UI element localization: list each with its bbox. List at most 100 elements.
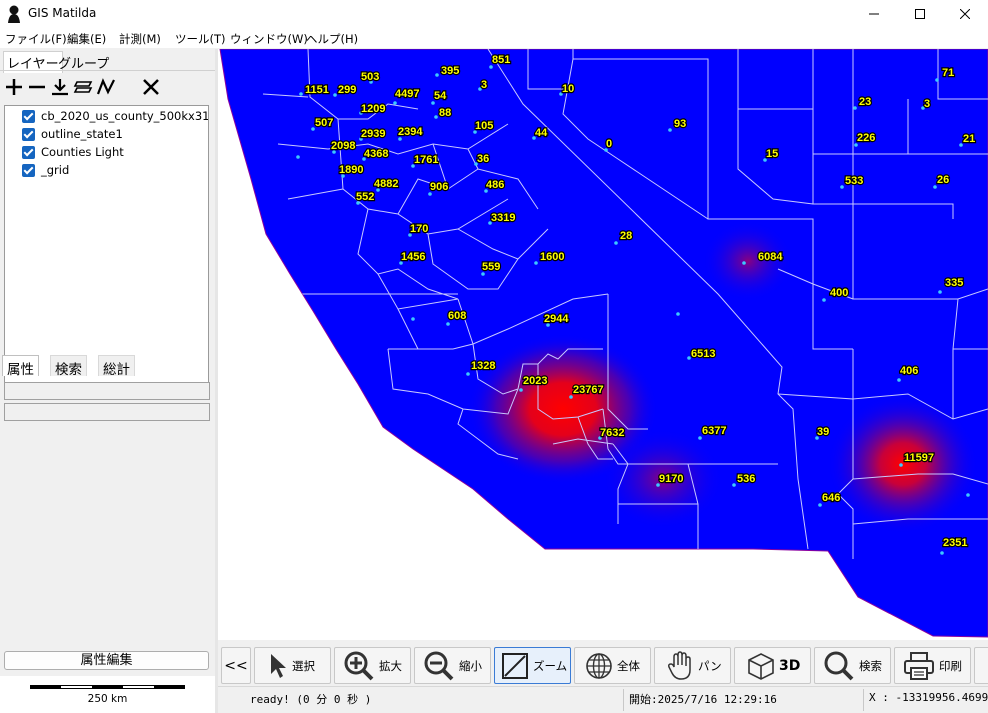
map-label: 1328: [471, 360, 495, 372]
map-label: 11597: [904, 452, 934, 464]
layer-item[interactable]: Counties Light: [22, 143, 208, 161]
full-extent-label: 全体: [617, 658, 640, 673]
cube-icon: [748, 652, 774, 680]
line-icon[interactable]: [95, 76, 117, 98]
tab-attributes[interactable]: 属性: [2, 355, 39, 378]
map-label: 23: [859, 96, 871, 108]
layer-name: cb_2020_us_county_500kx3142a_: [41, 109, 208, 123]
map-label: 3319: [491, 212, 515, 224]
select-button[interactable]: 選択: [254, 647, 331, 684]
menu-window[interactable]: ウィンドウ(W): [230, 31, 308, 47]
layer-name: outline_state1: [41, 127, 123, 141]
search-label: 検索: [859, 658, 882, 673]
title-bar: GIS Matilda: [0, 0, 988, 28]
status-bar: ready! (0 分 0 秒 ) 開始:2025/7/16 12:29:16 …: [218, 686, 988, 713]
map-label: 1151: [305, 84, 329, 96]
3d-button[interactable]: 3D: [734, 647, 811, 684]
map-label: 7632: [600, 427, 624, 439]
attribute-field[interactable]: [4, 382, 210, 400]
attribute-field[interactable]: [4, 403, 210, 421]
map-label: 2939: [361, 128, 385, 140]
layer-checkbox[interactable]: [22, 109, 35, 123]
layer-item[interactable]: cb_2020_us_county_500kx3142a_: [22, 107, 208, 125]
map-label: 1890: [339, 164, 363, 176]
printer-icon: [904, 651, 934, 680]
map-label: 10: [562, 83, 574, 95]
minimize-button[interactable]: [851, 0, 897, 28]
menu-measure[interactable]: 計測(M): [119, 31, 161, 47]
map-label: 23767: [573, 384, 604, 396]
scale-bar: 250 km: [0, 676, 215, 713]
menu-edit[interactable]: 編集(E): [67, 31, 106, 47]
menu-file[interactable]: ファイル(F): [5, 31, 67, 47]
layer-checkbox[interactable]: [22, 145, 35, 159]
hand-icon: [668, 650, 691, 680]
map-label: 4882: [374, 178, 398, 190]
zoom-box-button[interactable]: ズーム: [494, 647, 571, 684]
map-label: 54: [434, 90, 447, 102]
map-label: 9170: [659, 473, 683, 485]
layer-list: cb_2020_us_county_500kx3142a_ outline_st…: [4, 105, 209, 393]
layer-checkbox[interactable]: [22, 127, 35, 141]
map-label: 6084: [758, 251, 783, 263]
status-message: ready! (0 分 0 秒 ): [250, 693, 372, 706]
map-label: 608: [448, 310, 466, 322]
map-canvas[interactable]: 1151 299 503 395 851 3 10 4497 54 1209 8…: [218, 49, 988, 640]
pointer-icon: [271, 653, 286, 678]
zoom-box-label: ズーム: [533, 658, 568, 673]
close-window-button[interactable]: [942, 0, 988, 28]
attribute-edit-button[interactable]: 属性編集: [4, 651, 209, 670]
zoom-in-label: 拡大: [379, 658, 402, 673]
zoom-out-button[interactable]: 縮小: [414, 647, 491, 684]
tab-summary[interactable]: 総計: [98, 355, 135, 378]
close-icon[interactable]: [140, 76, 162, 98]
map-label: 851: [492, 54, 510, 66]
map-label: 4368: [364, 148, 388, 160]
map-label: 39: [817, 426, 829, 438]
maximize-button[interactable]: [897, 0, 943, 28]
layer-checkbox[interactable]: [22, 163, 35, 177]
map-label: 1456: [401, 251, 425, 263]
import-icon[interactable]: [49, 76, 71, 98]
layer-toolbar: [0, 73, 215, 99]
tab-search[interactable]: 検索: [50, 355, 87, 378]
map-label: 533: [845, 175, 863, 187]
map-view[interactable]: 1151 299 503 395 851 3 10 4497 54 1209 8…: [218, 49, 988, 640]
toolbar-overflow-button[interactable]: [974, 647, 988, 684]
zoom-in-button[interactable]: 拡大: [334, 647, 411, 684]
map-label: 3: [924, 98, 930, 110]
layer-item[interactable]: outline_state1: [22, 125, 208, 143]
map-label: 2351: [943, 537, 967, 549]
search-button[interactable]: 検索: [814, 647, 891, 684]
pan-label: パン: [698, 658, 722, 673]
map-label: 2098: [331, 140, 355, 152]
zoom-box-icon: [502, 652, 528, 679]
zoom-out-label: 縮小: [459, 658, 482, 673]
add-layer-icon[interactable]: [3, 76, 25, 98]
tab-divider: [0, 70, 215, 71]
status-divider: [863, 689, 864, 711]
remove-layer-icon[interactable]: [26, 76, 48, 98]
map-label: 2023: [523, 375, 547, 387]
status-start-time: 開始:2025/7/16 12:29:16: [629, 693, 777, 706]
print-button[interactable]: 印刷: [894, 647, 971, 684]
minimize-icon: [869, 13, 879, 15]
map-label: 71: [942, 67, 954, 79]
map-label: 26: [937, 174, 949, 186]
layer-style-icon[interactable]: [72, 76, 94, 98]
menu-tools[interactable]: ツール(T): [175, 31, 226, 47]
collapse-panel-button[interactable]: <<: [221, 647, 251, 684]
map-toolbar: << 選択 拡大 縮小 ズーム 全体 パン 3D 検索 印刷: [218, 640, 988, 686]
map-label: 0: [606, 138, 612, 150]
menu-help[interactable]: ヘルプ(H): [306, 31, 358, 47]
map-label: 3: [481, 79, 487, 91]
map-label: 105: [475, 120, 493, 132]
full-extent-button[interactable]: 全体: [574, 647, 651, 684]
pan-button[interactable]: パン: [654, 647, 731, 684]
layer-item[interactable]: _grid: [22, 161, 208, 179]
collapse-label: <<: [224, 657, 248, 674]
map-label: 406: [900, 365, 918, 377]
map-label: 1209: [361, 103, 385, 115]
menu-bar: ファイル(F) 編集(E) 計測(M) ツール(T) ウィンドウ(W) ヘルプ(…: [0, 28, 988, 48]
zoom-in-icon: [344, 651, 374, 680]
